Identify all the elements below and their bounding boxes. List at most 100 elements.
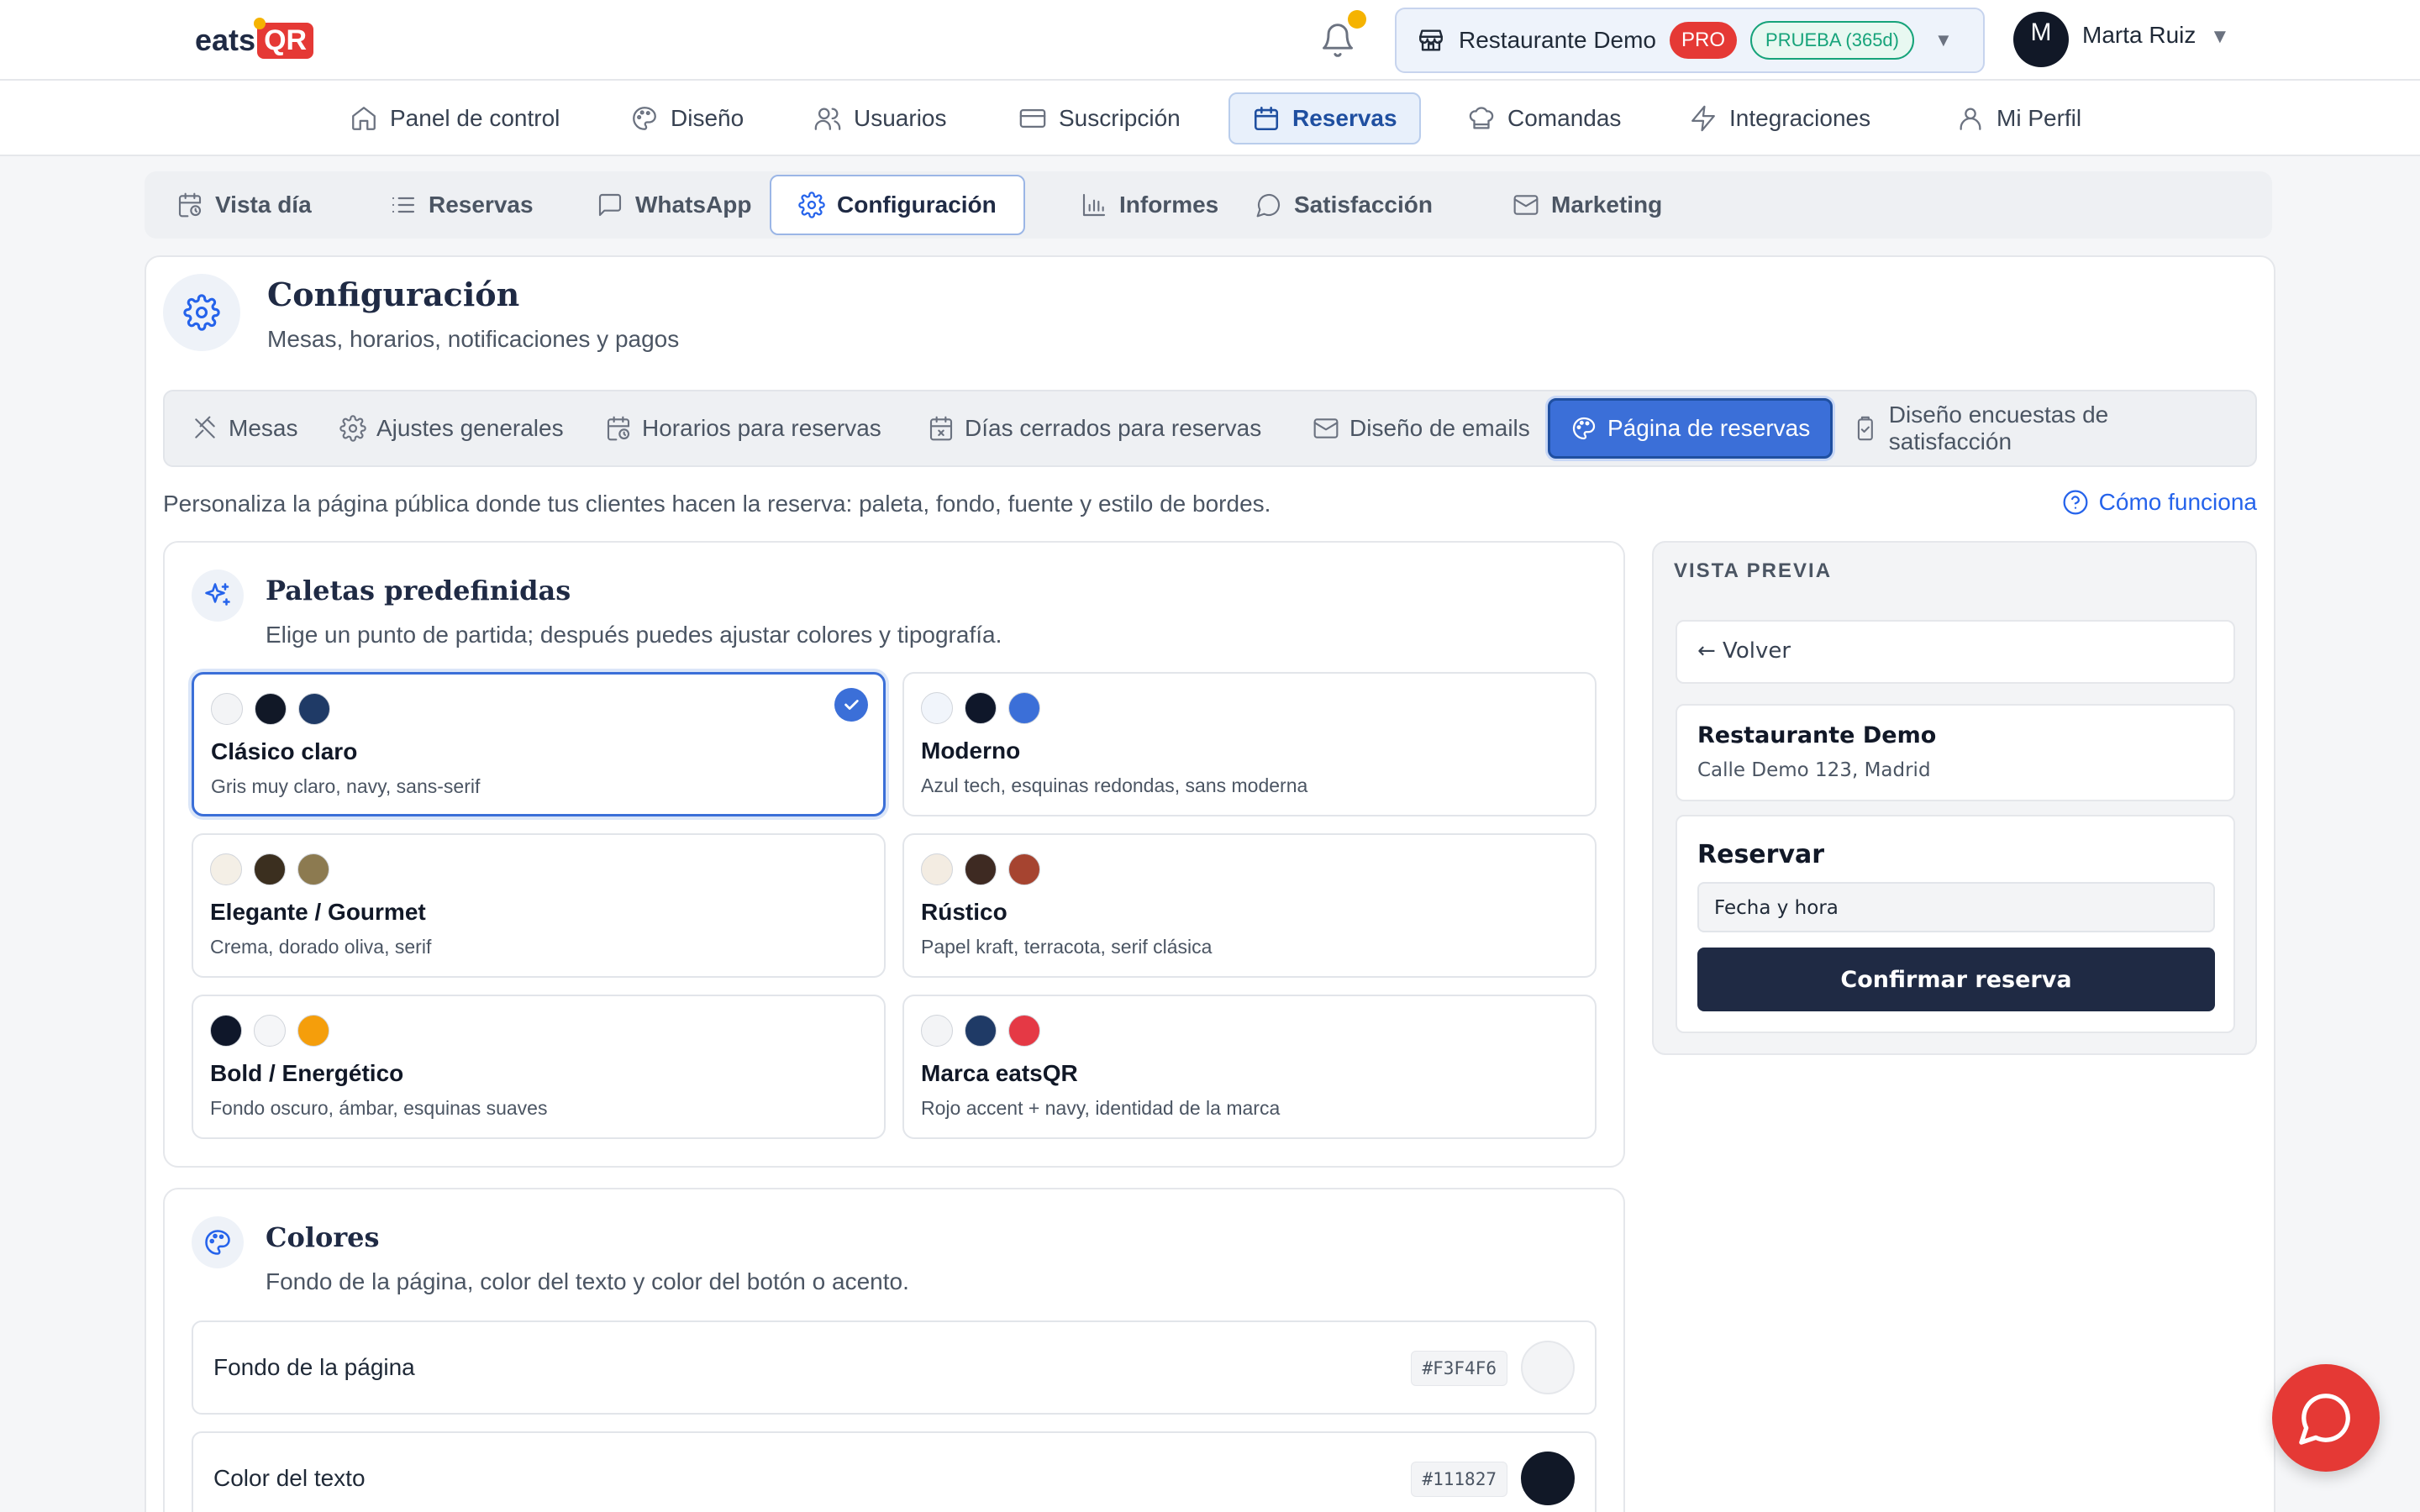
palette-name: Elegante / Gourmet xyxy=(210,899,426,925)
palette-name: Clásico claro xyxy=(211,738,358,764)
palette-swatches xyxy=(210,853,329,885)
message-circle-icon xyxy=(1256,193,1281,218)
avatar[interactable]: M xyxy=(2013,12,2069,67)
tab-vista-dia[interactable]: Vista día xyxy=(150,175,339,235)
nav-suscripcion[interactable]: Suscripción xyxy=(997,92,1202,144)
tab-configuracion[interactable]: Configuración xyxy=(770,175,1025,235)
color-row-background[interactable]: Fondo de la página #F3F4F6 xyxy=(192,1320,1597,1415)
palette-card-bold[interactable]: Bold / Energético Fondo oscuro, ámbar, e… xyxy=(192,995,886,1139)
tab-label: Página de reservas xyxy=(1607,415,1811,441)
home-icon xyxy=(352,107,376,130)
swatch xyxy=(297,1015,329,1047)
mail-icon xyxy=(1313,418,1339,438)
tab-label: Informes xyxy=(1119,192,1219,218)
user-icon xyxy=(1960,108,1981,130)
nav-label: Mi Perfil xyxy=(1996,105,2082,131)
message-square-icon xyxy=(598,193,622,217)
preview-restaurant-address: Calle Demo 123, Madrid xyxy=(1697,759,1931,781)
nav-panel-de-control[interactable]: Panel de control xyxy=(328,92,581,144)
swatch xyxy=(965,853,997,885)
preview-back-link[interactable]: ← Volver xyxy=(1697,638,1791,664)
restaurant-selector[interactable]: Restaurante Demo PRO PRUEBA (365d) ▼ xyxy=(1395,8,1985,73)
swatch xyxy=(921,853,953,885)
palette-card-moderno[interactable]: Moderno Azul tech, esquinas redondas, sa… xyxy=(902,672,1597,816)
color-swatch[interactable] xyxy=(1521,1341,1575,1394)
check-icon xyxy=(834,688,868,722)
bell-icon[interactable] xyxy=(1319,22,1356,59)
color-row-text[interactable]: Color del texto #111827 xyxy=(192,1431,1597,1512)
preview-confirm-button[interactable]: Confirmar reserva xyxy=(1697,948,2215,1011)
swatch xyxy=(255,693,287,725)
user-name[interactable]: Marta Ruiz xyxy=(2082,22,2196,49)
notification-dot xyxy=(1348,10,1366,29)
nav-label: Usuarios xyxy=(854,105,947,131)
preview-datetime-input[interactable]: Fecha y hora xyxy=(1697,882,2215,932)
preview-title: VISTA PREVIA xyxy=(1674,559,1833,582)
palette-card-rustico[interactable]: Rústico Papel kraft, terracota, serif cl… xyxy=(902,833,1597,978)
swatch xyxy=(254,1015,286,1047)
swatch xyxy=(298,693,330,725)
tab-mesas[interactable]: Mesas xyxy=(171,398,318,459)
tab-diseno-emails[interactable]: Diseño de emails xyxy=(1292,398,1550,459)
chat-button[interactable] xyxy=(2272,1364,2380,1472)
nav-integraciones[interactable]: Integraciones xyxy=(1667,92,1892,144)
chevron-down-icon[interactable]: ▼ xyxy=(2210,25,2230,49)
nav-usuarios[interactable]: Usuarios xyxy=(792,92,968,144)
clipboard-icon xyxy=(1857,416,1873,441)
tab-pagina-reservas[interactable]: Página de reservas xyxy=(1548,398,1833,459)
palette-icon xyxy=(633,107,656,130)
palette-swatches xyxy=(921,692,1040,724)
message-circle-icon xyxy=(2299,1394,2350,1445)
tab-label: Marketing xyxy=(1551,192,1663,218)
tab-label: Horarios para reservas xyxy=(642,415,881,441)
tab-reservas[interactable]: Reservas xyxy=(363,175,560,235)
swatch xyxy=(1008,853,1040,885)
main-nav: Panel de control Diseño Usuarios Suscrip… xyxy=(0,81,2420,156)
palette-desc: Papel kraft, terracota, serif clásica xyxy=(921,936,1213,958)
swatch xyxy=(254,853,286,885)
tab-label: Diseño de emails xyxy=(1349,415,1530,441)
color-hex[interactable]: #111827 xyxy=(1411,1462,1507,1497)
swatch xyxy=(1008,1015,1040,1047)
nav-label: Reservas xyxy=(1292,105,1397,131)
color-swatch[interactable] xyxy=(1521,1452,1575,1505)
nav-comandas[interactable]: Comandas xyxy=(1445,92,1643,144)
palette-icon xyxy=(1572,417,1596,440)
swatch xyxy=(965,1015,997,1047)
palette-card-elegante[interactable]: Elegante / Gourmet Crema, dorado oliva, … xyxy=(192,833,886,978)
tab-satisfaccion[interactable]: Satisfacción xyxy=(1228,175,1460,235)
tab-label: Reservas xyxy=(429,192,534,218)
logo-badge: QR xyxy=(254,17,314,59)
palette-desc: Fondo oscuro, ámbar, esquinas suaves xyxy=(210,1097,548,1119)
nav-diseno[interactable]: Diseño xyxy=(608,92,765,144)
palette-card-marca-eatsqr[interactable]: Marca eatsQR Rojo accent + navy, identid… xyxy=(902,995,1597,1139)
bar-chart-icon xyxy=(1082,193,1106,217)
nav-mi-perfil[interactable]: Mi Perfil xyxy=(1934,92,2103,144)
bolt-icon xyxy=(1691,105,1715,132)
tab-label: Mesas xyxy=(229,415,298,441)
logo[interactable]: eats QR xyxy=(195,17,314,60)
color-hex[interactable]: #F3F4F6 xyxy=(1411,1351,1507,1386)
palette-card-clasico-claro[interactable]: Clásico claro Gris muy claro, navy, sans… xyxy=(192,672,886,816)
restaurant-name: Restaurante Demo xyxy=(1459,27,1657,53)
tab-diseno-encuestas[interactable]: Diseño encuestas de satisfacción xyxy=(1832,398,2255,459)
store-icon xyxy=(1419,29,1443,51)
tab-ajustes-generales[interactable]: Ajustes generales xyxy=(319,398,584,459)
calendar-clock-icon xyxy=(178,192,202,218)
how-it-works-link[interactable]: Cómo funciona xyxy=(2062,489,2257,516)
reservas-subtabs: Vista día Reservas WhatsApp Configuració… xyxy=(145,171,2272,239)
tab-whatsapp[interactable]: WhatsApp xyxy=(570,175,778,235)
tab-marketing[interactable]: Marketing xyxy=(1486,175,1689,235)
tab-dias-cerrados[interactable]: Días cerrados para reservas xyxy=(908,398,1281,459)
color-label: Fondo de la página xyxy=(213,1354,415,1380)
plan-badge: PRO xyxy=(1670,22,1738,59)
nav-reservas[interactable]: Reservas xyxy=(1228,92,1421,144)
tab-label: Configuración xyxy=(837,192,997,218)
colors-title: Colores xyxy=(266,1221,380,1253)
tab-horarios[interactable]: Horarios para reservas xyxy=(585,398,902,459)
tab-informes[interactable]: Informes xyxy=(1054,175,1245,235)
tab-label: Ajustes generales xyxy=(376,415,564,441)
nav-label: Suscripción xyxy=(1059,105,1181,131)
nav-label: Comandas xyxy=(1507,105,1622,131)
gear-icon xyxy=(183,294,220,331)
